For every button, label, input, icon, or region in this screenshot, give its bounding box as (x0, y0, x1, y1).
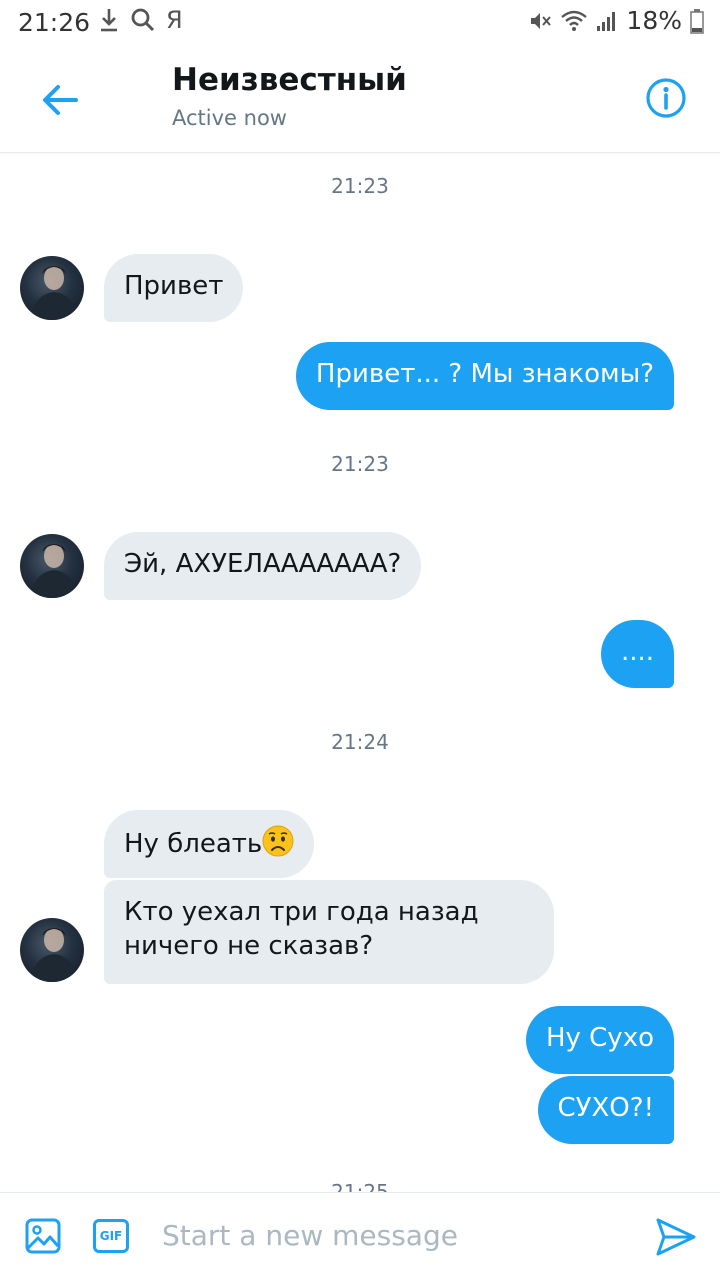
conversation-title[interactable]: Неизвестный (172, 62, 407, 98)
outgoing-message[interactable]: Привет... ? Мы знакомы? (295, 342, 674, 410)
signal-icon (597, 11, 616, 31)
battery-icon (690, 8, 704, 34)
info-icon (646, 78, 686, 118)
outgoing-message[interactable]: Ну Сухо (525, 1006, 674, 1074)
add-image-button[interactable] (24, 1217, 62, 1259)
avatar-image (30, 928, 78, 982)
status-right-icons: 18% (528, 6, 704, 35)
presence-status: Active now (172, 106, 287, 130)
battery-percent: 18% (626, 6, 682, 35)
status-time: 21:26 (18, 8, 91, 37)
image-icon (25, 1218, 61, 1254)
timestamp-separator: 21:23 (331, 174, 389, 198)
incoming-message[interactable]: Привет (104, 254, 244, 322)
avatar[interactable] (20, 534, 84, 598)
search-icon (131, 8, 155, 32)
send-icon (656, 1218, 696, 1256)
status-bar: 21:26 Я 18% (0, 0, 720, 44)
avatar[interactable] (20, 918, 84, 982)
back-arrow-icon (43, 85, 78, 115)
gif-button[interactable]: GIF (93, 1219, 129, 1253)
avatar-image (30, 266, 78, 320)
avatar[interactable] (20, 256, 84, 320)
download-icon (101, 9, 117, 32)
send-button[interactable] (654, 1215, 698, 1263)
conversation-header: Неизвестный Active now (0, 44, 720, 153)
back-button[interactable] (38, 78, 82, 122)
incoming-message[interactable]: Эй, АХУЕЛААААААА? (104, 532, 422, 600)
message-input[interactable] (162, 1219, 622, 1252)
avatar-image (30, 544, 78, 598)
outgoing-message[interactable]: .... (600, 620, 674, 688)
timestamp-separator: 21:24 (331, 730, 389, 754)
yandex-icon: Я (166, 6, 183, 34)
wifi-icon (561, 10, 588, 31)
message-composer: GIF (0, 1192, 720, 1281)
worried-face-emoji-icon (262, 825, 294, 857)
status-left-icons: Я (98, 6, 183, 34)
outgoing-message[interactable]: СУХО?! (537, 1076, 674, 1144)
timestamp-separator: 21:23 (331, 452, 389, 476)
mute-icon (531, 12, 552, 29)
message-text: Ну блеать (124, 829, 263, 859)
gif-icon: GIF (99, 1229, 123, 1243)
incoming-message[interactable]: Ну блеать (104, 810, 315, 878)
info-button[interactable] (644, 76, 688, 120)
incoming-message[interactable]: Кто уехал три года назад ничего не сказа… (104, 880, 554, 984)
timestamp-separator: 21:25 (331, 1180, 389, 1192)
